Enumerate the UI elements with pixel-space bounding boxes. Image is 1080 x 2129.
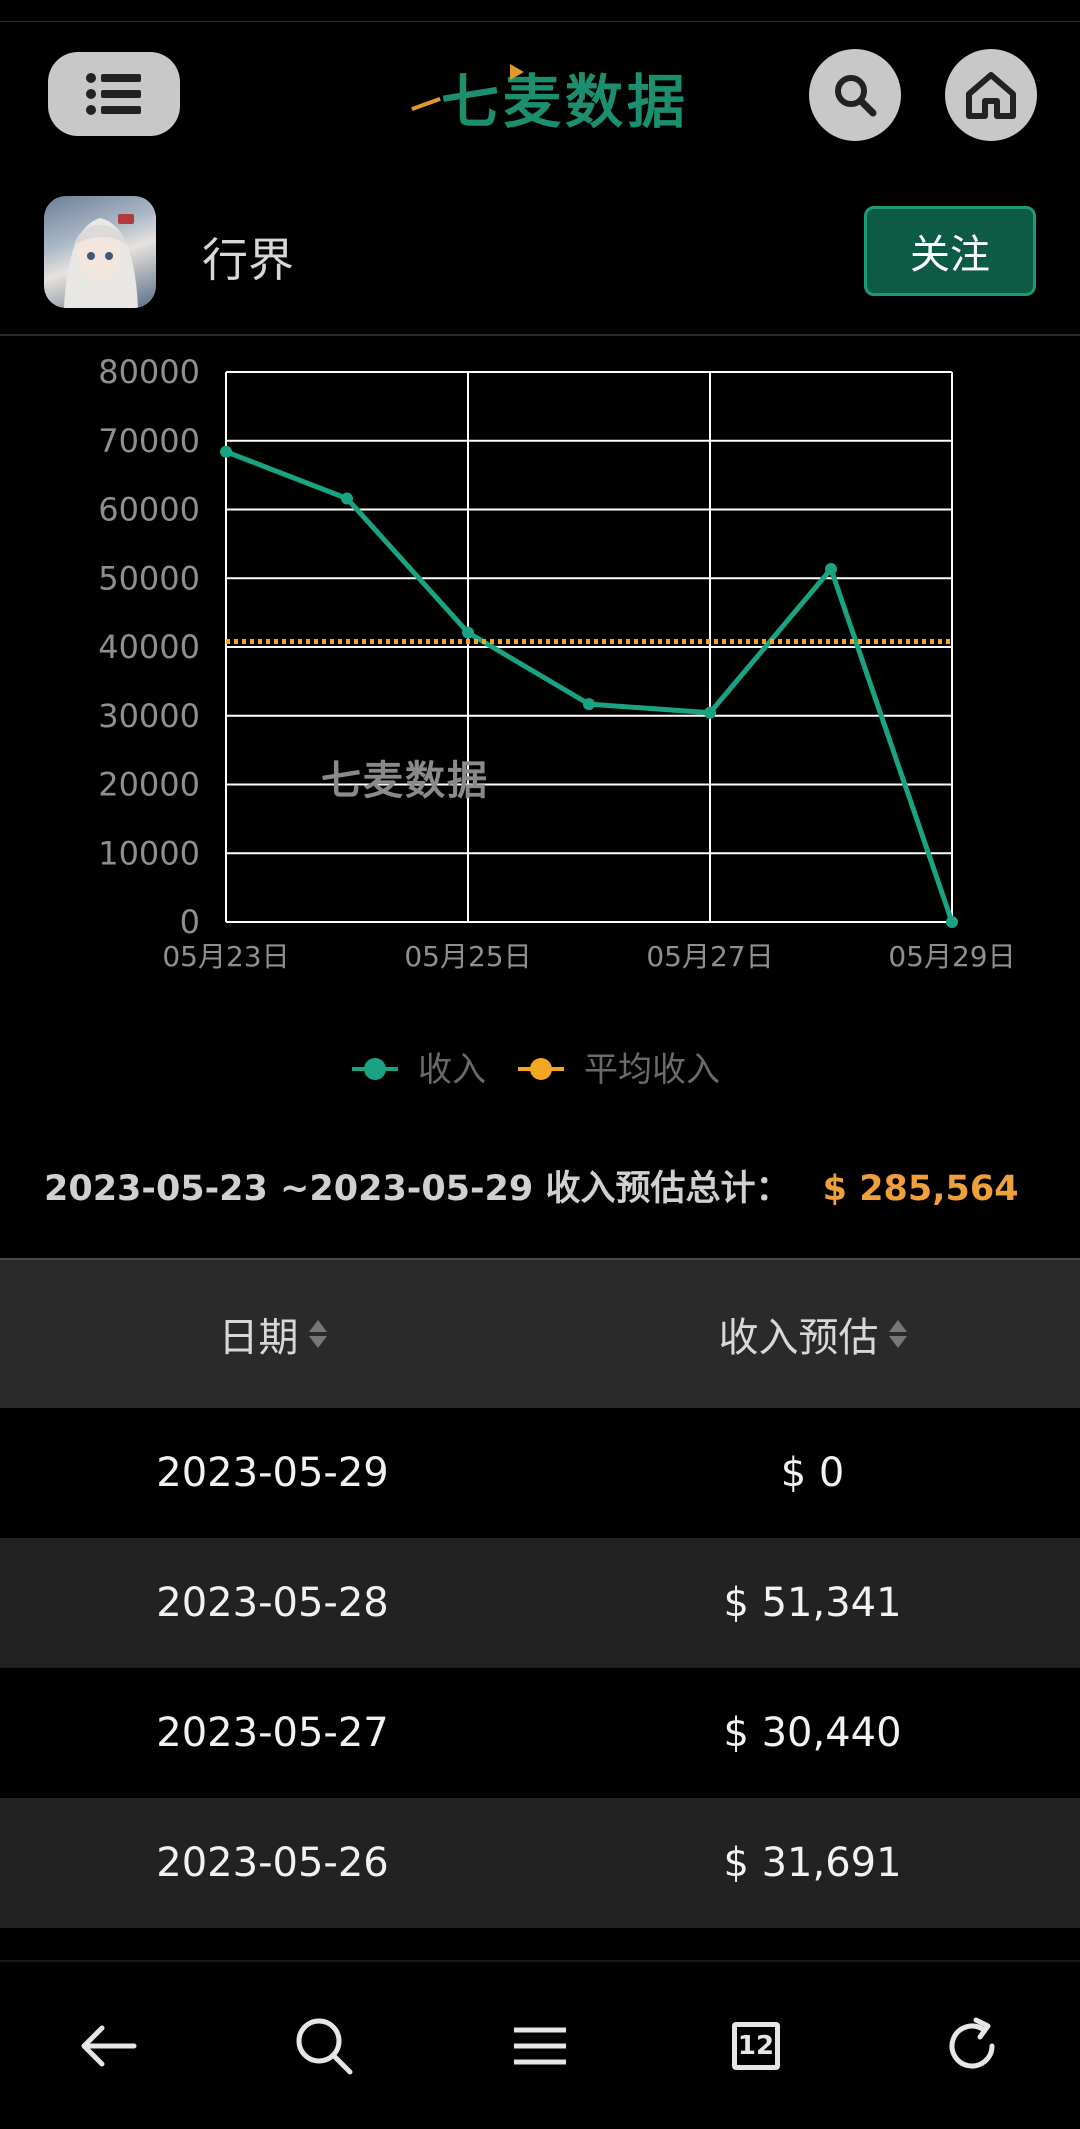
menu-button[interactable] [48,52,180,136]
date-range: 2023-05-23 ~2023-05-29 [44,1169,534,1209]
x-tick-label: 05月29日 [888,940,1015,973]
tab-count: 12 [737,2031,775,2061]
search-icon [296,2018,353,2075]
table-row: 2023-05-27 $ 30,440 [0,1668,1080,1798]
table-row: 2023-05-28 $ 51,341 [0,1538,1080,1668]
menu-icon [514,2027,566,2065]
revenue-point [704,706,716,719]
date-cell: 2023-05-27 [156,1710,389,1756]
revenue-column-header[interactable]: 收入预估 [545,1305,1080,1363]
revenue-point [220,445,232,458]
revenue-chart: 0 10000 20000 30000 40000 50000 60000 70000 8000… [0,336,1080,1116]
revenue-table: 日期 收入预估 2023-05-29 $ 0 2023-05-28 $ 51,3… [0,1258,1080,1928]
bottom-nav-divider [0,1960,1080,1962]
sort-icon [888,1320,907,1348]
search-button[interactable] [809,49,901,141]
date-header-label: 日期 [218,1315,299,1361]
y-tick-label: 80000 [98,353,200,391]
revenue-cell: $ 30,440 [723,1710,902,1756]
chart-watermark: 七麦数据 [321,758,489,804]
app-name: 行界 [202,233,294,287]
y-tick-label: 0 [180,903,200,941]
y-tick-label: 60000 [98,491,200,529]
revenue-line [225,449,955,923]
revenue-point [825,563,837,576]
list-icon [86,73,141,115]
revenue-cell: $ 31,691 [723,1840,902,1886]
back-button[interactable] [0,1976,216,2116]
revenue-header-label: 收入预估 [718,1315,879,1361]
revenue-total-summary: 2023-05-23 ~2023-05-29 收入预估总计： $ 285,564 [44,1160,1019,1211]
home-icon [966,72,1016,119]
y-tick-label: 40000 [98,628,200,666]
logo-mark [411,96,441,112]
refresh-icon [949,2017,995,2069]
table-row: 2023-05-26 $ 31,691 [0,1798,1080,1928]
search-nav-button[interactable] [216,1976,432,2116]
tabs-icon: 12 [732,2022,780,2070]
revenue-point [462,626,474,639]
revenue-line-chart: 0 10000 20000 30000 40000 50000 60000 70000 8000… [98,353,1015,1090]
home-button[interactable] [945,49,1037,141]
back-arrow-icon [81,2025,137,2067]
search-icon [835,75,877,117]
app-icon[interactable] [44,196,156,308]
table-row: 2023-05-29 $ 0 [0,1408,1080,1538]
table-header: 日期 收入预估 [0,1258,1080,1408]
logo[interactable]: 七麦数据 [411,62,715,136]
legend-swatch-dot [364,1058,386,1080]
date-cell: 2023-05-26 [156,1840,389,1886]
revenue-cell: $ 0 [780,1450,845,1496]
revenue-cell: $ 51,341 [723,1580,902,1626]
follow-button[interactable]: 关注 [864,206,1036,296]
x-tick-label: 05月23日 [162,940,289,973]
total-amount: $ 285,564 [822,1169,1019,1209]
legend-label: 平均收入 [584,1050,720,1090]
browser-bottom-nav: 12 [0,1976,1080,2116]
logo-flag [510,64,524,80]
top-header: 七麦数据 [0,22,1080,190]
y-tick-label: 30000 [98,697,200,735]
revenue-point [946,916,958,928]
logo-text: 七麦数据 [440,68,689,136]
date-cell: 2023-05-28 [156,1580,389,1626]
revenue-point [583,698,595,711]
y-tick-label: 70000 [98,422,200,460]
date-cell: 2023-05-29 [156,1450,389,1496]
x-tick-label: 05月25日 [404,940,531,973]
legend-swatch-dot [530,1058,552,1080]
date-column-header[interactable]: 日期 [0,1305,545,1363]
total-label: 收入预估总计： [545,1169,791,1209]
app-info-row: 行界 关注 [0,190,1080,336]
legend-label: 收入 [418,1050,486,1090]
sort-icon [308,1320,327,1348]
tabs-button[interactable]: 12 [648,1976,864,2116]
y-tick-label: 50000 [98,559,200,597]
refresh-button[interactable] [864,1976,1080,2116]
x-tick-label: 05月27日 [646,940,773,973]
y-tick-label: 20000 [98,766,200,804]
revenue-point [341,492,353,505]
menu-nav-button[interactable] [432,1976,648,2116]
y-tick-label: 10000 [98,834,200,872]
